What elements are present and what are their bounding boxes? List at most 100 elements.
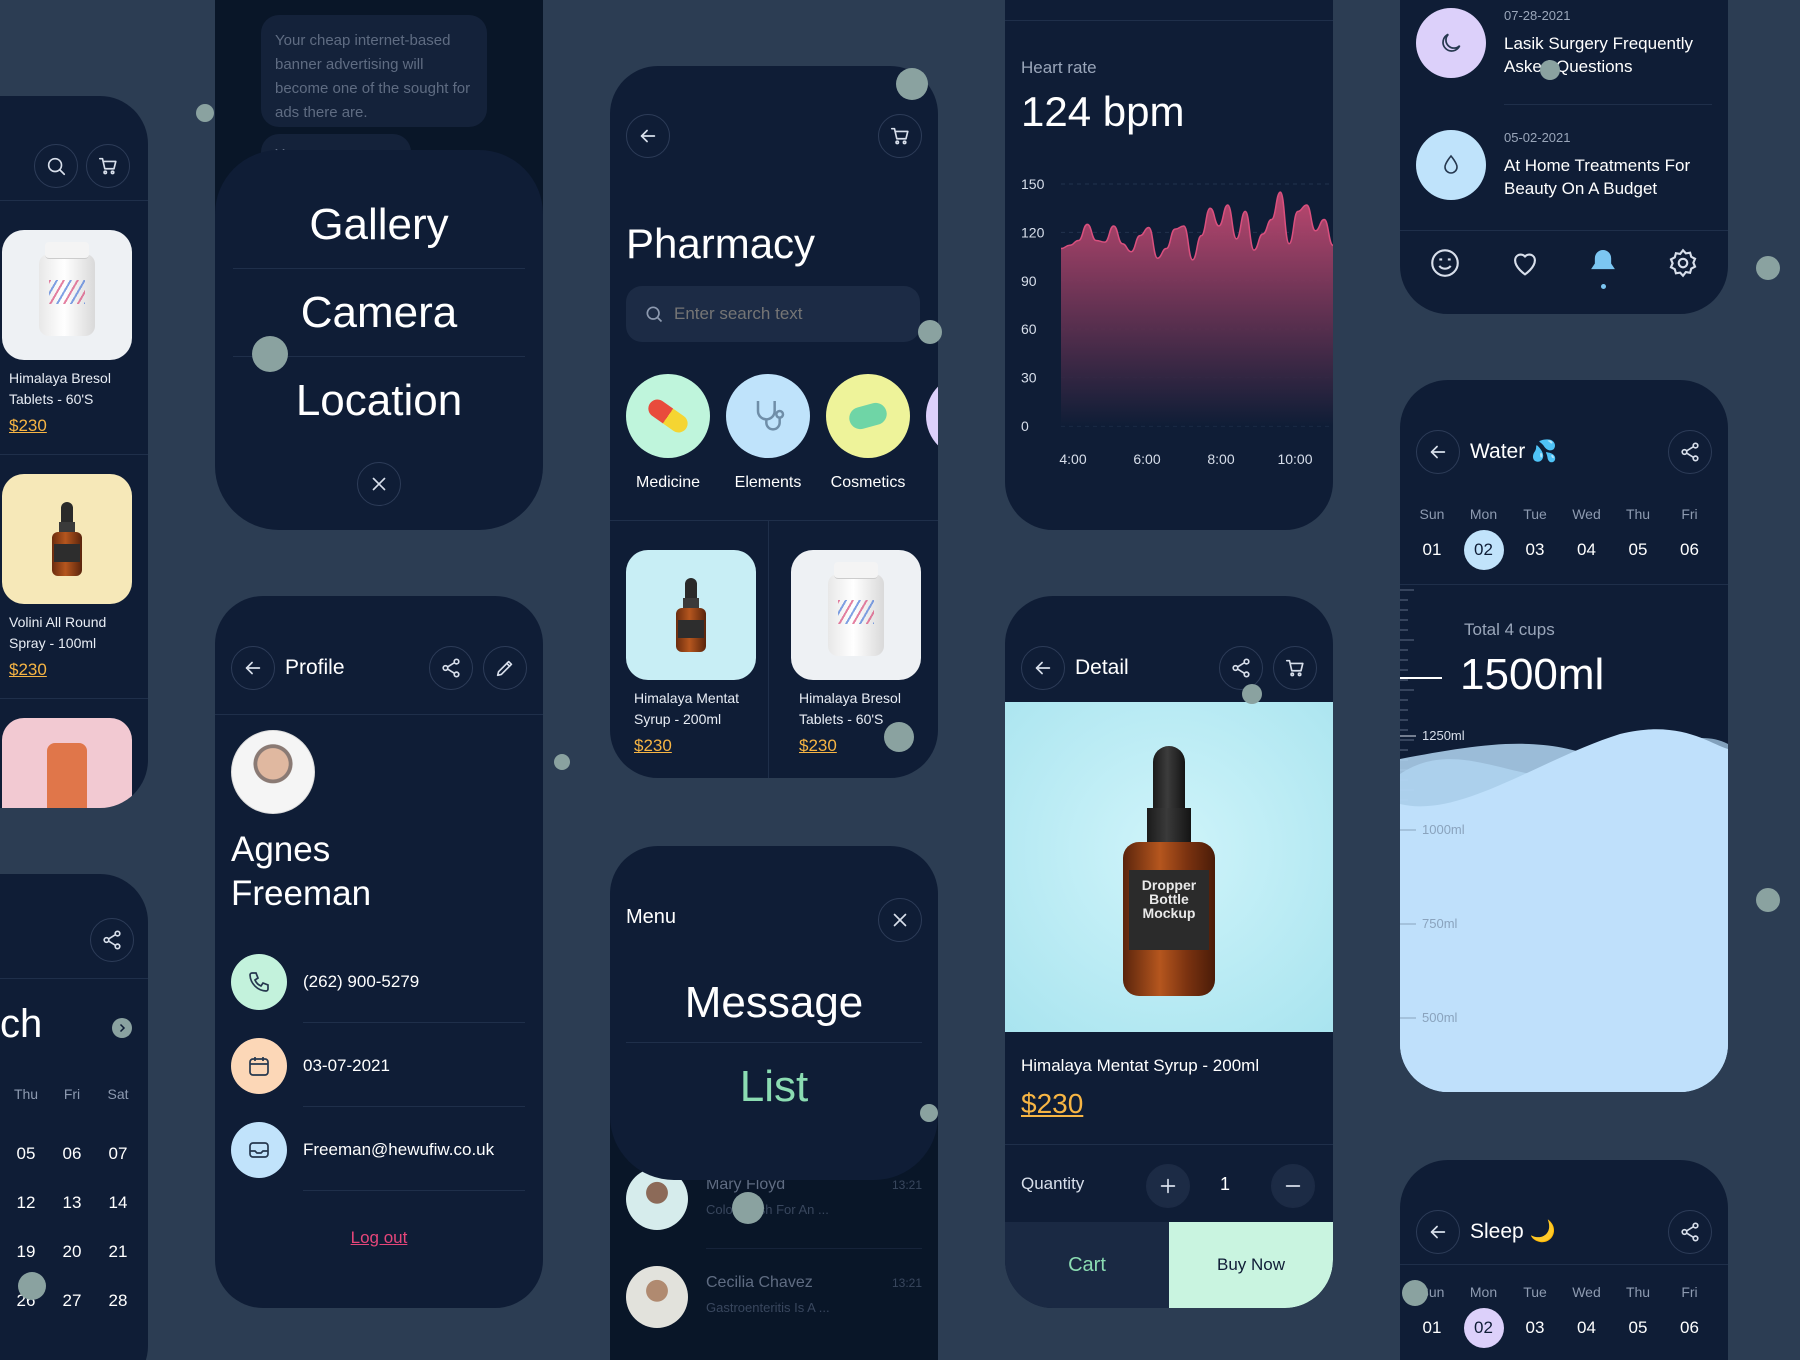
calendar-day[interactable]: 05 [6,1144,46,1164]
calendar-day[interactable]: 06 [1670,530,1710,570]
menu-item-location[interactable]: Location [215,376,543,426]
edit-button[interactable] [483,646,527,690]
calendar-day[interactable]: 01 [1412,1308,1452,1348]
calendar-day[interactable]: 12 [6,1193,46,1213]
product-image[interactable] [791,550,921,680]
calendar-day[interactable]: 20 [52,1242,92,1262]
search-icon [646,306,663,323]
close-button[interactable] [878,898,922,942]
share-button[interactable] [1219,646,1263,690]
product-price[interactable]: $230 [9,416,47,436]
share-button[interactable] [90,918,134,962]
calendar-day[interactable]: 05 [1618,1308,1658,1348]
calendar-day[interactable]: 13 [52,1193,92,1213]
product-image[interactable] [2,474,132,604]
decorative-dot [732,1192,764,1224]
selected-day[interactable]: 02 [1463,1308,1504,1348]
category-cosmetics[interactable] [826,374,910,458]
tab-settings[interactable] [1666,246,1702,282]
product-price[interactable]: $230 [634,736,672,756]
share-icon [1681,442,1699,462]
calendar-day[interactable]: 04 [1567,1308,1607,1348]
tab-favorites[interactable] [1508,246,1544,282]
calendar-day[interactable]: 06 [1670,1308,1710,1348]
product-image[interactable] [626,550,756,680]
cart-icon [1285,659,1304,677]
calendar-day[interactable]: 06 [52,1144,92,1164]
back-button[interactable] [231,646,275,690]
calendar-icon-circle [231,1038,287,1094]
page-title: Water 💦 [1470,440,1558,463]
weekday-label: Thu [13,1086,39,1102]
menu-item-message[interactable]: Message [610,978,938,1028]
cart-button[interactable] [1273,646,1317,690]
back-button[interactable] [626,114,670,158]
menu-item-list[interactable]: List [610,1062,938,1112]
decorative-dot [1242,684,1262,704]
close-button[interactable] [357,462,401,506]
x-tick-label: 4:00 [1059,451,1086,467]
calendar-day[interactable]: 27 [52,1291,92,1311]
logout-link[interactable]: Log out [215,1228,543,1248]
product-price[interactable]: $230 [9,660,47,680]
calendar-day[interactable]: 14 [98,1193,138,1213]
weekday-label: Sun [1419,506,1445,522]
cart-icon [890,127,909,145]
tab-notifications[interactable] [1586,244,1622,292]
menu-item-gallery[interactable]: Gallery [215,200,543,250]
back-button[interactable] [1021,646,1065,690]
calendar-day[interactable]: 03 [1515,530,1555,570]
level-label: 1000ml [1422,822,1465,837]
back-button[interactable] [1416,430,1460,474]
category-elements[interactable] [726,374,810,458]
product-image[interactable] [2,718,132,808]
cart-button[interactable] [878,114,922,158]
share-button[interactable] [1668,430,1712,474]
product-price: $230 [1021,1088,1084,1119]
category-medicine[interactable] [626,374,710,458]
search-input[interactable] [674,304,894,324]
product-price[interactable]: $230 [799,736,837,756]
weekday-label: Mon [1469,1284,1498,1300]
selected-day[interactable]: 02 [1463,530,1504,570]
menu-item-camera[interactable]: Camera [215,288,543,338]
add-to-cart-button[interactable]: Cart [1005,1222,1169,1308]
search-button[interactable] [34,144,78,188]
increase-quantity-button[interactable] [1146,1164,1190,1208]
message-row[interactable]: Cecilia Chavez Gastroenteritis Is A ... … [626,1266,922,1336]
product-image[interactable] [2,230,132,360]
share-button[interactable] [429,646,473,690]
weekday-label: Mon [1469,506,1498,522]
chat-bubble-text: Your cheap internet-based banner adverti… [275,32,471,121]
weekday-label: Wed [1572,506,1601,522]
weekday-label: Fri [1681,506,1698,522]
message-preview: Gastroenteritis Is A ... [706,1300,830,1315]
share-button[interactable] [1668,1210,1712,1254]
calendar-day[interactable]: 05 [1618,530,1658,570]
calendar-day[interactable]: 19 [6,1242,46,1262]
chat-bubble: Your cheap internet-based banner adverti… [261,15,487,127]
articles-screen: 07-28-2021 Lasik Surgery Frequently Aske… [1400,0,1728,314]
calendar-day[interactable]: 28 [98,1291,138,1311]
bell-icon [1591,250,1615,270]
article-item[interactable]: 07-28-2021 Lasik Surgery Frequently Aske… [1416,8,1712,108]
tab-mood[interactable] [1428,246,1464,282]
back-button[interactable] [1416,1210,1460,1254]
calendar-day[interactable]: 07 [98,1144,138,1164]
calendar-day[interactable]: 21 [98,1242,138,1262]
calendar-day[interactable]: 04 [1567,530,1607,570]
cart-icon [98,157,117,175]
cart-button[interactable] [86,144,130,188]
decrease-quantity-button[interactable] [1271,1164,1315,1208]
next-month-button[interactable] [112,1018,132,1038]
category-more[interactable] [926,374,938,458]
article-item[interactable]: 05-02-2021 At Home Treatments For Beauty… [1416,130,1712,230]
weekday-label: Fri [1681,1284,1698,1300]
buy-now-button[interactable]: Buy Now [1169,1222,1333,1308]
total-label: Total 4 cups [1464,620,1555,639]
search-field[interactable] [626,286,920,342]
calendar-day[interactable]: 01 [1412,530,1452,570]
arrow-left-icon [640,129,656,143]
bottle-label: Dropper Bottle Mockup [1129,870,1209,950]
calendar-day[interactable]: 03 [1515,1308,1555,1348]
